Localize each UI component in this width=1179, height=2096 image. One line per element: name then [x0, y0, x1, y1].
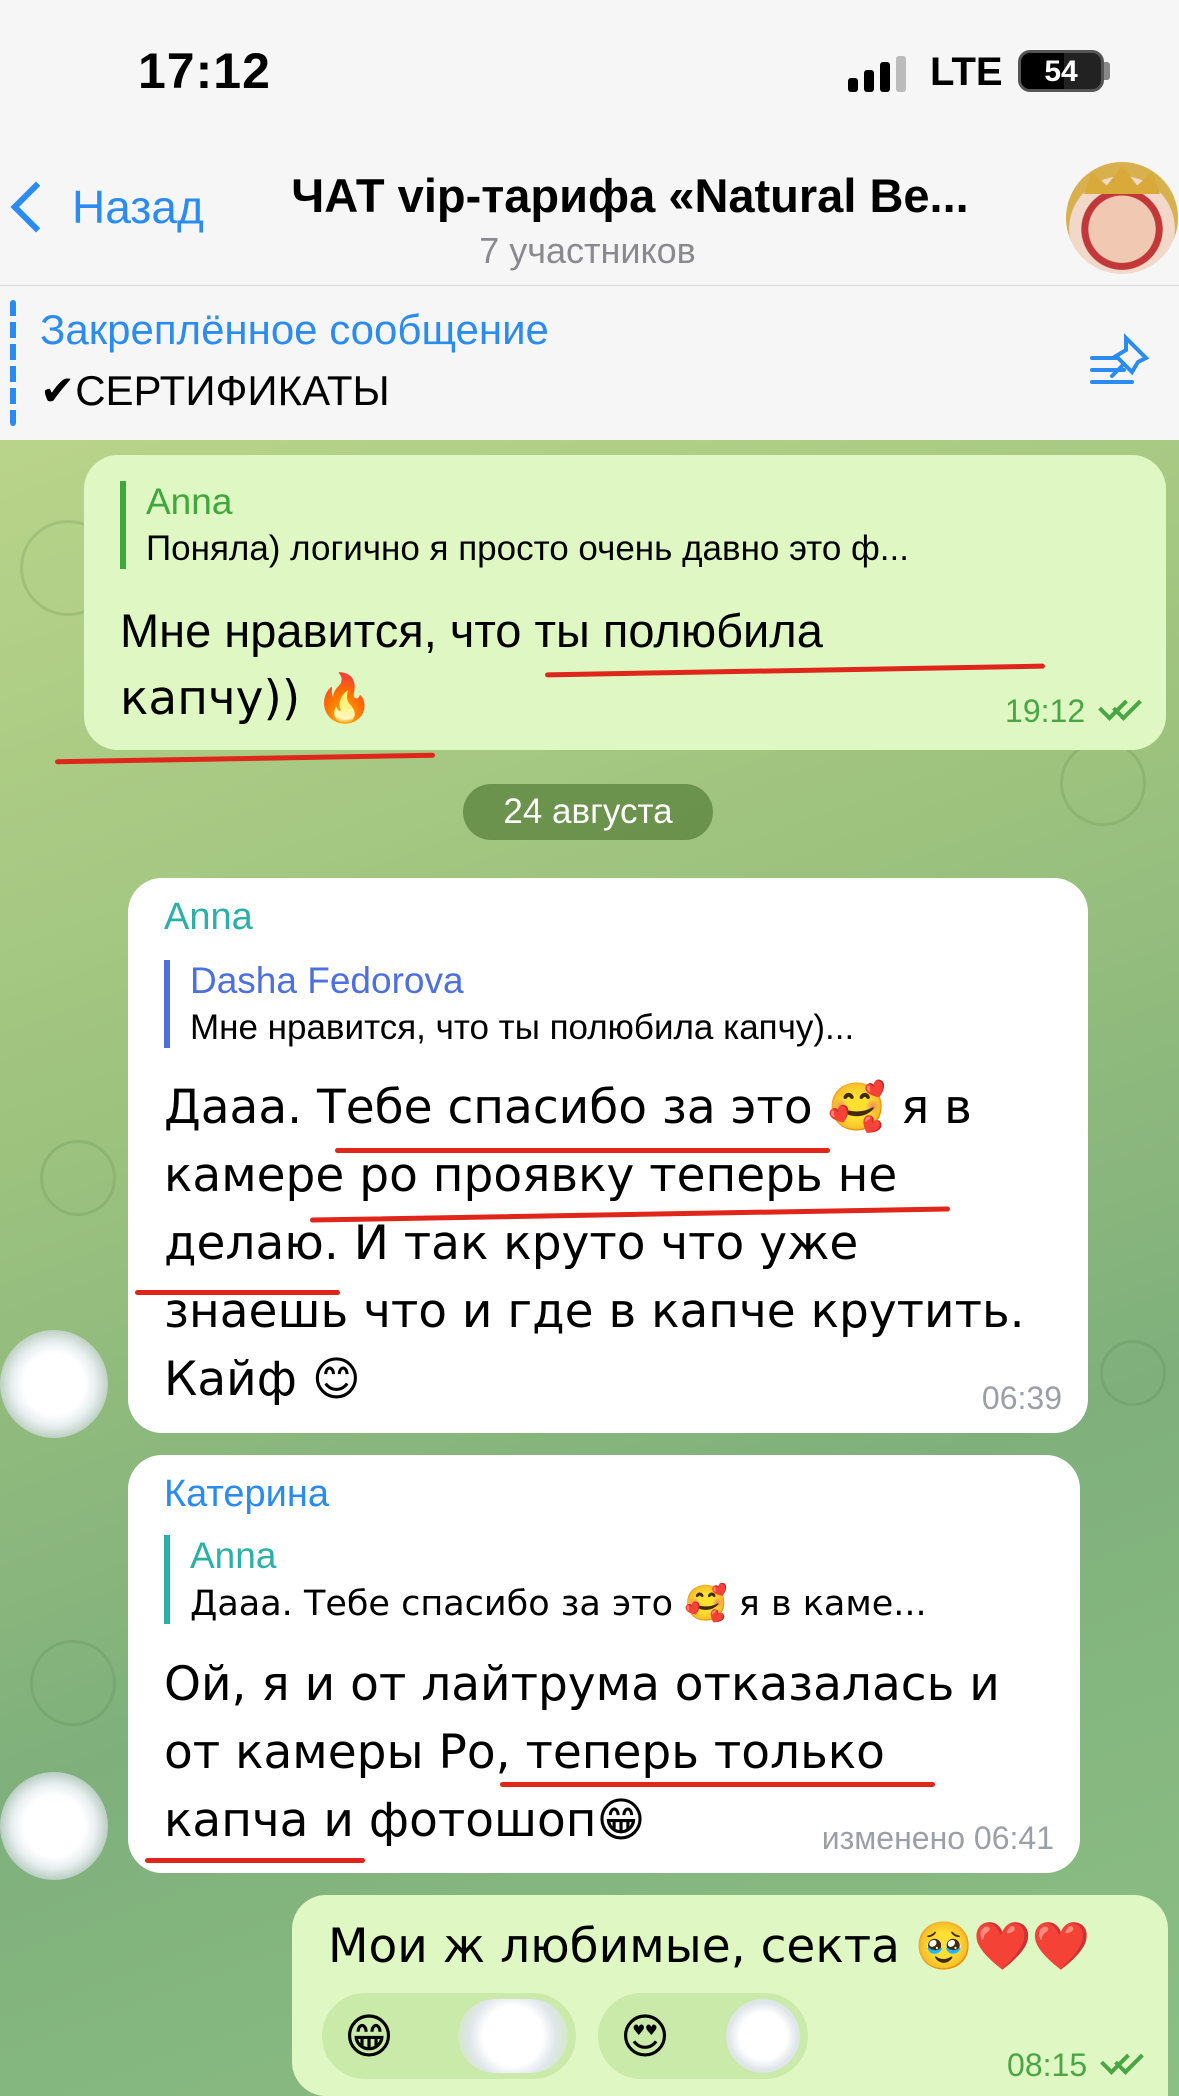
annotation-underline: [135, 1290, 340, 1295]
message-meta: 08:15: [1007, 2045, 1144, 2084]
sender-avatar[interactable]: [0, 1330, 108, 1438]
message-text: Дааа. Тебе спасибо за это 🥰 я в камере р…: [164, 1074, 1025, 1414]
chat-header: Назад ЧАТ vip-тарифа «Natural Be... 7 уч…: [0, 150, 1179, 286]
sender-name[interactable]: Катерина: [164, 1473, 329, 1516]
reply-author: Dasha Fedorova: [190, 960, 464, 1001]
reaction-chip[interactable]: 😍: [598, 1993, 808, 2079]
reaction-avatar: [458, 1999, 568, 2073]
message-bubble-outgoing[interactable]: Мои ж любимые, секта 🥹❤️❤️ 😁 😍 08:15: [292, 1895, 1168, 2096]
pinned-list-icon[interactable]: [1088, 332, 1152, 392]
status-bar: 17:12 LTE 54: [0, 0, 1179, 150]
reaction-avatar: [726, 1999, 800, 2073]
message-time: 19:12: [1005, 693, 1086, 729]
annotation-underline: [500, 1782, 935, 1787]
message-meta: 19:12: [1005, 691, 1142, 730]
battery-cap: [1104, 62, 1110, 80]
message-line: делаю. И так круто что уже: [164, 1216, 859, 1271]
network-type: LTE: [930, 50, 1003, 94]
sender-avatar[interactable]: [0, 1772, 108, 1880]
reaction-emoji: 😁: [344, 2009, 395, 2065]
sender-name[interactable]: Anna: [164, 896, 253, 939]
message-bubble-incoming[interactable]: Anna Dasha Fedorova Мне нравится, что ты…: [128, 878, 1088, 1433]
reply-preview[interactable]: Anna Поняла) логично я просто очень давн…: [120, 481, 1156, 569]
chat-title[interactable]: ЧАТ vip-тарифа «Natural Be...: [240, 168, 1020, 223]
message-line: Мне нравится, что ты полюбила: [120, 604, 823, 657]
message-line: знаешь что и где в капче крутить.: [164, 1284, 1025, 1339]
reaction-emoji: 😍: [620, 2009, 671, 2065]
message-time: 06:39: [981, 1380, 1062, 1416]
back-button[interactable]: Назад: [0, 180, 204, 234]
signal-icon: [848, 56, 906, 92]
message-line: от камеры Ро, теперь только: [164, 1725, 885, 1780]
message-text: Мне нравится, что ты полюбила капчу)) 🔥: [120, 597, 823, 733]
background-doodle: [1060, 740, 1146, 826]
annotation-underline: [145, 1858, 365, 1863]
background-doodle: [30, 1640, 116, 1726]
reply-snippet: Мне нравится, что ты полюбила капчу)...: [190, 1008, 855, 1047]
back-label: Назад: [72, 181, 204, 233]
reply-preview[interactable]: Dasha Fedorova Мне нравится, что ты полю…: [164, 960, 1070, 1048]
chevron-left-icon: [10, 181, 62, 233]
reply-preview[interactable]: Anna Дааа. Тебе спасибо за это 🥰 я в кам…: [164, 1535, 1070, 1624]
annotation-underline: [335, 1148, 830, 1153]
chat-avatar[interactable]: [1066, 162, 1178, 274]
pinned-indicator: [10, 300, 16, 426]
message-line: Кайф 😊: [164, 1352, 361, 1407]
reaction-chip[interactable]: 😁: [322, 1993, 576, 2079]
battery-percent: 54: [1044, 55, 1078, 88]
message-line: капчу)) 🔥: [120, 671, 374, 726]
clock: 17:12: [138, 43, 271, 99]
reply-author: Anna: [190, 1535, 277, 1576]
reply-snippet: Дааа. Тебе спасибо за это 🥰 я в каме...: [190, 1584, 927, 1624]
battery-icon: 54: [1018, 50, 1104, 92]
crown-icon: [1084, 166, 1160, 194]
reply-author: Anna: [146, 481, 233, 522]
member-count: 7 участников: [479, 230, 696, 271]
message-time: 08:15: [1007, 2047, 1088, 2083]
message-bubble-outgoing[interactable]: Anna Поняла) логично я просто очень давн…: [84, 455, 1166, 750]
pinned-message-bar[interactable]: Закреплённое сообщение ✔СЕРТИФИКАТЫ: [0, 286, 1179, 440]
pinned-title: Закреплённое сообщение: [40, 306, 549, 353]
background-doodle: [40, 1140, 116, 1216]
message-time: изменено 06:41: [821, 1820, 1054, 1856]
message-line: Ой, я и от лайтрума отказалась и: [164, 1657, 1000, 1712]
reply-snippet: Поняла) логично я просто очень давно это…: [146, 529, 909, 568]
message-text: Мои ж любимые, секта 🥹❤️❤️: [328, 1919, 1091, 1974]
message-bubble-incoming[interactable]: Катерина Anna Дааа. Тебе спасибо за это …: [128, 1455, 1080, 1873]
pinned-text: ✔СЕРТИФИКАТЫ: [40, 367, 390, 414]
background-doodle: [1100, 1340, 1166, 1406]
date-separator: 24 августа: [463, 784, 713, 840]
message-line: Дааа. Тебе спасибо за это 🥰 я в: [164, 1080, 972, 1135]
